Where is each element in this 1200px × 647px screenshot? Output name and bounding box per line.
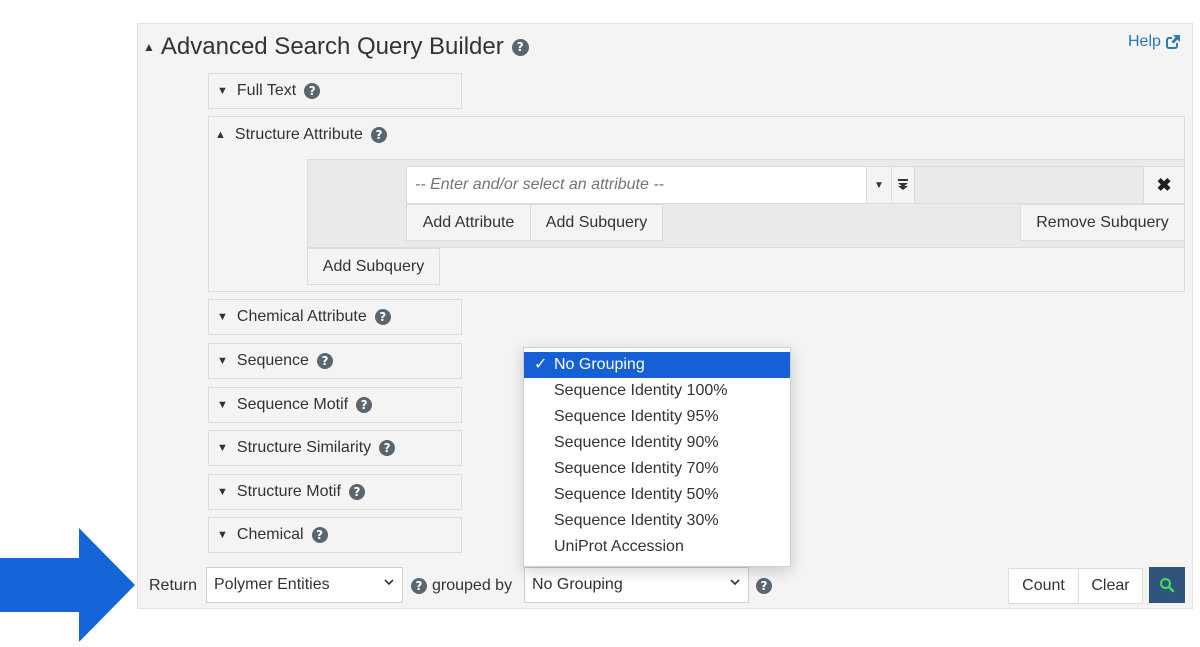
section-chemical-attribute[interactable]: ▼ Chemical Attribute ? [208, 299, 462, 335]
section-label: Sequence Motif [236, 396, 349, 413]
search-icon [1160, 578, 1175, 593]
external-link-icon [1165, 35, 1180, 49]
section-label: Structure Similarity [236, 439, 372, 456]
section-chemical[interactable]: ▼ Chemical ? [208, 517, 462, 553]
expand-caret-icon: ▼ [217, 529, 228, 541]
chevron-down-icon [730, 579, 740, 586]
return-type-select[interactable]: Polymer Entities [206, 567, 403, 603]
section-label: Sequence [236, 352, 309, 369]
help-circle-icon[interactable]: ? [356, 397, 373, 413]
query-builder-header[interactable]: ▲ Advanced Search Query Builder ? [143, 33, 529, 61]
grouping-option[interactable]: Sequence Identity 90% [524, 430, 790, 456]
option-label: UniProt Accession [554, 538, 684, 555]
clear-button[interactable]: Clear [1078, 568, 1143, 604]
help-circle-icon[interactable]: ? [511, 38, 529, 56]
expand-caret-icon: ▼ [217, 355, 228, 367]
option-label: Sequence Identity 70% [554, 460, 719, 477]
grouping-select[interactable]: No Grouping [524, 567, 749, 603]
option-label: Sequence Identity 50% [554, 486, 719, 503]
caret-down-icon: ▼ [874, 179, 884, 191]
page-title: Advanced Search Query Builder [160, 33, 504, 60]
remove-attribute-button[interactable]: ✖ [1143, 166, 1185, 204]
section-structure-similarity[interactable]: ▼ Structure Similarity ? [208, 430, 462, 466]
double-chevron-down-icon [898, 179, 908, 190]
expand-caret-icon: ▼ [217, 311, 228, 323]
grouping-option[interactable]: Sequence Identity 95% [524, 404, 790, 430]
option-label: No Grouping [554, 356, 645, 373]
section-label: Chemical [236, 526, 304, 543]
help-circle-icon[interactable]: ? [411, 578, 427, 594]
grouping-option[interactable]: Sequence Identity 100% [524, 378, 790, 404]
attribute-expand-all-toggle[interactable] [891, 166, 915, 204]
grouping-value: No Grouping [532, 576, 623, 593]
grouping-option[interactable]: Sequence Identity 70% [524, 456, 790, 482]
grouping-dropdown-menu: ✓ No Grouping Sequence Identity 100% Seq… [523, 347, 791, 567]
count-button[interactable]: Count [1008, 568, 1079, 604]
add-attribute-button[interactable]: Add Attribute [406, 204, 531, 241]
return-type-value: Polymer Entities [214, 576, 330, 593]
chevron-down-icon [384, 579, 394, 586]
option-label: Sequence Identity 95% [554, 408, 719, 425]
attribute-operator-area [914, 166, 1144, 204]
close-icon: ✖ [1156, 174, 1172, 195]
collapse-caret-icon[interactable]: ▲ [143, 40, 155, 54]
section-sequence[interactable]: ▼ Sequence ? [208, 343, 462, 379]
section-structure-motif[interactable]: ▼ Structure Motif ? [208, 474, 462, 510]
checkmark-icon: ✓ [534, 356, 548, 373]
section-full-text[interactable]: ▼ Full Text ? [208, 73, 462, 109]
help-circle-icon[interactable]: ? [374, 309, 391, 325]
collapse-caret-icon: ▲ [215, 129, 226, 141]
expand-caret-icon: ▼ [217, 85, 228, 97]
help-link-label: Help [1128, 33, 1161, 50]
help-circle-icon[interactable]: ? [379, 440, 396, 456]
option-label: Sequence Identity 90% [554, 434, 719, 451]
search-button[interactable] [1149, 567, 1185, 603]
grouping-option[interactable]: ✓ No Grouping [524, 352, 790, 378]
grouping-option[interactable]: UniProt Accession [524, 534, 790, 560]
grouping-option[interactable]: Sequence Identity 50% [524, 482, 790, 508]
grouping-option[interactable]: Sequence Identity 30% [524, 508, 790, 534]
help-circle-icon[interactable]: ? [348, 484, 365, 500]
help-link[interactable]: Help [1128, 33, 1180, 51]
add-subquery-inner-button[interactable]: Add Subquery [530, 204, 663, 241]
attribute-input[interactable] [406, 166, 867, 204]
section-label: Structure Motif [236, 483, 341, 500]
grouped-by-label: grouped by [432, 577, 513, 594]
help-circle-icon[interactable]: ? [370, 127, 387, 143]
expand-caret-icon: ▼ [217, 442, 228, 454]
attribute-dropdown-toggle[interactable]: ▼ [866, 166, 892, 204]
section-sequence-motif[interactable]: ▼ Sequence Motif ? [208, 387, 462, 423]
section-label: Structure Attribute [234, 126, 363, 143]
add-subquery-outer-button[interactable]: Add Subquery [307, 248, 440, 285]
return-label: Return [149, 577, 198, 594]
help-circle-icon[interactable]: ? [756, 578, 772, 594]
section-label: Full Text [236, 82, 297, 99]
option-label: Sequence Identity 30% [554, 512, 719, 529]
help-circle-icon[interactable]: ? [311, 527, 328, 543]
expand-caret-icon: ▼ [217, 486, 228, 498]
help-circle-icon[interactable]: ? [304, 83, 321, 99]
help-circle-icon[interactable]: ? [316, 353, 333, 369]
section-structure-attribute-header[interactable]: ▲ Structure Attribute ? [215, 126, 387, 144]
remove-subquery-button[interactable]: Remove Subquery [1020, 204, 1185, 241]
section-label: Chemical Attribute [236, 308, 367, 325]
expand-caret-icon: ▼ [217, 399, 228, 411]
option-label: Sequence Identity 100% [554, 382, 728, 399]
annotation-arrow-icon [0, 528, 135, 642]
